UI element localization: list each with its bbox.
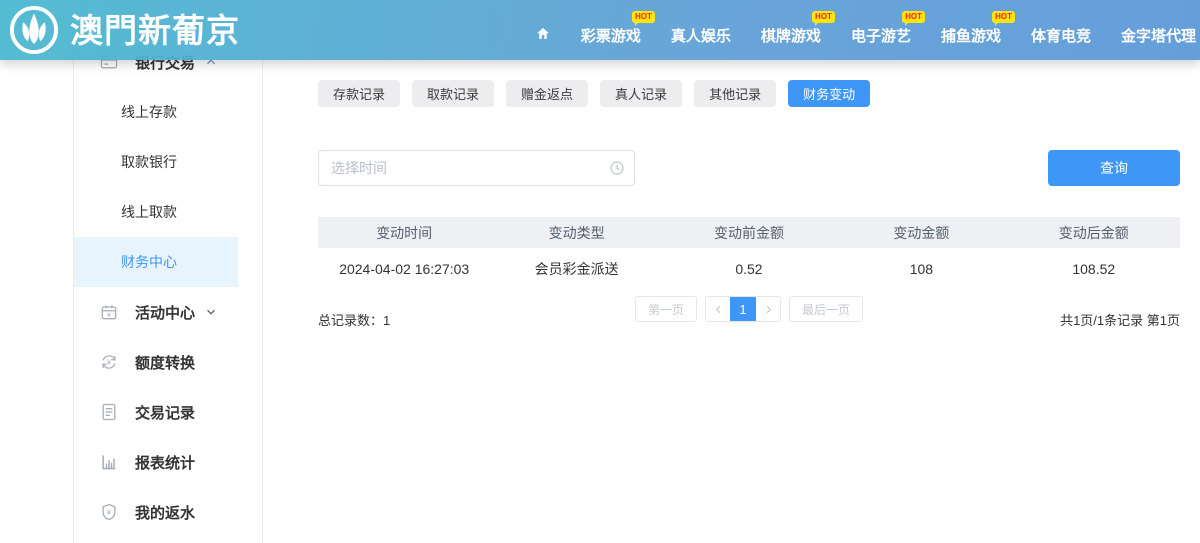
- sidebar-item-label: 取款银行: [121, 152, 177, 172]
- sidebar-item-quota-transfer[interactable]: ¥ 额度转换: [74, 337, 238, 387]
- total-records-text: 总记录数：1: [318, 310, 635, 329]
- sidebar-item-report-statistics[interactable]: 报表统计: [74, 437, 238, 487]
- sidebar-item-label: 线上存款: [121, 102, 177, 122]
- record-tabs: 存款记录 取款记录 赠金返点 真人记录 其他记录 财务变动: [318, 80, 1180, 107]
- sidebar: 银行交易 线上存款 取款银行 线上取款 财务中心 ¥ 活动中心 ¥ 额度转换: [73, 0, 263, 543]
- first-page-button[interactable]: 第一页: [635, 296, 697, 322]
- report-icon: [99, 452, 119, 472]
- cell-change-amount: 108: [835, 248, 1007, 290]
- top-header: 澳門新葡京 HOT 彩票游戏 真人娱乐 HOT 棋牌游戏 HOT 电子游艺 HO…: [0, 0, 1200, 60]
- sidebar-item-online-deposit[interactable]: 线上存款: [74, 87, 238, 137]
- nav-item-label: 电子游艺: [851, 28, 911, 45]
- nav-item-live-casino[interactable]: 真人娱乐: [671, 25, 731, 46]
- page-number-group: 1: [705, 296, 781, 322]
- sidebar-item-finance-center[interactable]: 财务中心: [74, 237, 238, 287]
- cell-amount-after: 108.52: [1008, 248, 1180, 290]
- sidebar-item-label: 交易记录: [135, 402, 195, 423]
- table-row: 2024-04-02 16:27:03 会员彩金派送 0.52 108 108.…: [318, 248, 1180, 290]
- filter-row: 查询: [318, 150, 1180, 186]
- sidebar-item-label: 线上取款: [121, 202, 177, 222]
- home-icon: [535, 26, 551, 41]
- main-content: 存款记录 取款记录 赠金返点 真人记录 其他记录 财务变动 查询 变动时间 变动…: [263, 60, 1200, 543]
- sidebar-item-activity-center[interactable]: ¥ 活动中心: [74, 287, 238, 337]
- sidebar-item-label: 财务中心: [121, 252, 177, 272]
- finance-change-table: 变动时间 变动类型 变动前金额 变动金额 变动后金额 2024-04-02 16…: [318, 217, 1180, 290]
- sidebar-item-label: 活动中心: [135, 302, 195, 323]
- nav-item-sports-esports[interactable]: 体育电竞: [1031, 25, 1091, 46]
- nav-item-slot-games[interactable]: HOT 电子游艺: [851, 25, 911, 46]
- chevron-down-icon: [204, 305, 218, 319]
- hot-badge: HOT: [902, 11, 925, 23]
- nav-item-label: 彩票游戏: [581, 28, 641, 45]
- column-header-change-time: 变动时间: [318, 217, 490, 248]
- svg-text:¥: ¥: [107, 312, 111, 319]
- sidebar-item-withdraw-bank[interactable]: 取款银行: [74, 137, 238, 187]
- next-page-button[interactable]: [756, 297, 780, 321]
- nav-item-label: 棋牌游戏: [761, 28, 821, 45]
- svg-text:¥: ¥: [107, 508, 112, 517]
- records-icon: [99, 402, 119, 422]
- nav-item-label: 真人娱乐: [671, 28, 731, 45]
- home-nav-item[interactable]: [535, 26, 551, 45]
- query-button[interactable]: 查询: [1048, 150, 1180, 186]
- svg-text:¥: ¥: [107, 359, 111, 367]
- tab-bonus-rebate[interactable]: 赠金返点: [506, 80, 588, 107]
- transfer-icon: ¥: [99, 352, 119, 372]
- nav-item-label: 捕鱼游戏: [941, 28, 1001, 45]
- nav-item-lottery-games[interactable]: HOT 彩票游戏: [581, 25, 641, 46]
- brand-title: 澳門新葡京: [70, 14, 240, 47]
- sidebar-item-label: 报表统计: [135, 452, 195, 473]
- brand-logo-icon: [8, 4, 60, 56]
- tab-live-records[interactable]: 真人记录: [600, 80, 682, 107]
- nav-item-fishing-games[interactable]: HOT 捕鱼游戏: [941, 25, 1001, 46]
- date-picker: [318, 150, 635, 186]
- cell-change-type: 会员彩金派送: [490, 248, 662, 290]
- cell-amount-before: 0.52: [663, 248, 835, 290]
- pagination-row: 总记录数：1 第一页 1 最后一页 共1页/1条记录 第1页: [318, 296, 1180, 329]
- nav-item-pyramid-agent[interactable]: 金字塔代理: [1121, 25, 1196, 46]
- clock-icon[interactable]: [609, 160, 625, 176]
- hot-badge: HOT: [632, 11, 655, 23]
- cell-change-time: 2024-04-02 16:27:03: [318, 248, 490, 290]
- activity-icon: ¥: [99, 302, 119, 322]
- date-range-input[interactable]: [318, 150, 635, 186]
- chevron-left-icon: [713, 304, 724, 315]
- top-nav: HOT 彩票游戏 真人娱乐 HOT 棋牌游戏 HOT 电子游艺 HOT 捕鱼游戏…: [535, 25, 1200, 46]
- last-page-button[interactable]: 最后一页: [789, 296, 863, 322]
- nav-item-label: 金字塔代理: [1121, 28, 1196, 45]
- sidebar-item-label: 我的返水: [135, 502, 195, 523]
- rebate-icon: ¥: [99, 502, 119, 522]
- tab-finance-changes[interactable]: 财务变动: [788, 80, 870, 107]
- pagination: 第一页 1 最后一页: [635, 296, 863, 322]
- column-header-amount-after: 变动后金额: [1008, 217, 1180, 248]
- sidebar-item-my-rebate[interactable]: ¥ 我的返水: [74, 487, 238, 537]
- column-header-amount-before: 变动前金额: [663, 217, 835, 248]
- tab-deposit-records[interactable]: 存款记录: [318, 80, 400, 107]
- page-info-text: 共1页/1条记录 第1页: [863, 310, 1180, 329]
- nav-item-label: 体育电竞: [1031, 28, 1091, 45]
- column-header-change-amount: 变动金额: [835, 217, 1007, 248]
- nav-item-board-games[interactable]: HOT 棋牌游戏: [761, 25, 821, 46]
- column-header-change-type: 变动类型: [490, 217, 662, 248]
- sidebar-item-online-withdraw[interactable]: 线上取款: [74, 187, 238, 237]
- chevron-right-icon: [763, 304, 774, 315]
- hot-badge: HOT: [992, 11, 1015, 23]
- sidebar-item-label: 额度转换: [135, 352, 195, 373]
- sidebar-item-transaction-records[interactable]: 交易记录: [74, 387, 238, 437]
- table-header-row: 变动时间 变动类型 变动前金额 变动金额 变动后金额: [318, 217, 1180, 248]
- brand[interactable]: 澳門新葡京: [0, 4, 240, 56]
- tab-other-records[interactable]: 其他记录: [694, 80, 776, 107]
- prev-page-button[interactable]: [706, 297, 730, 321]
- tab-withdraw-records[interactable]: 取款记录: [412, 80, 494, 107]
- current-page-button[interactable]: 1: [730, 297, 756, 321]
- hot-badge: HOT: [812, 11, 835, 23]
